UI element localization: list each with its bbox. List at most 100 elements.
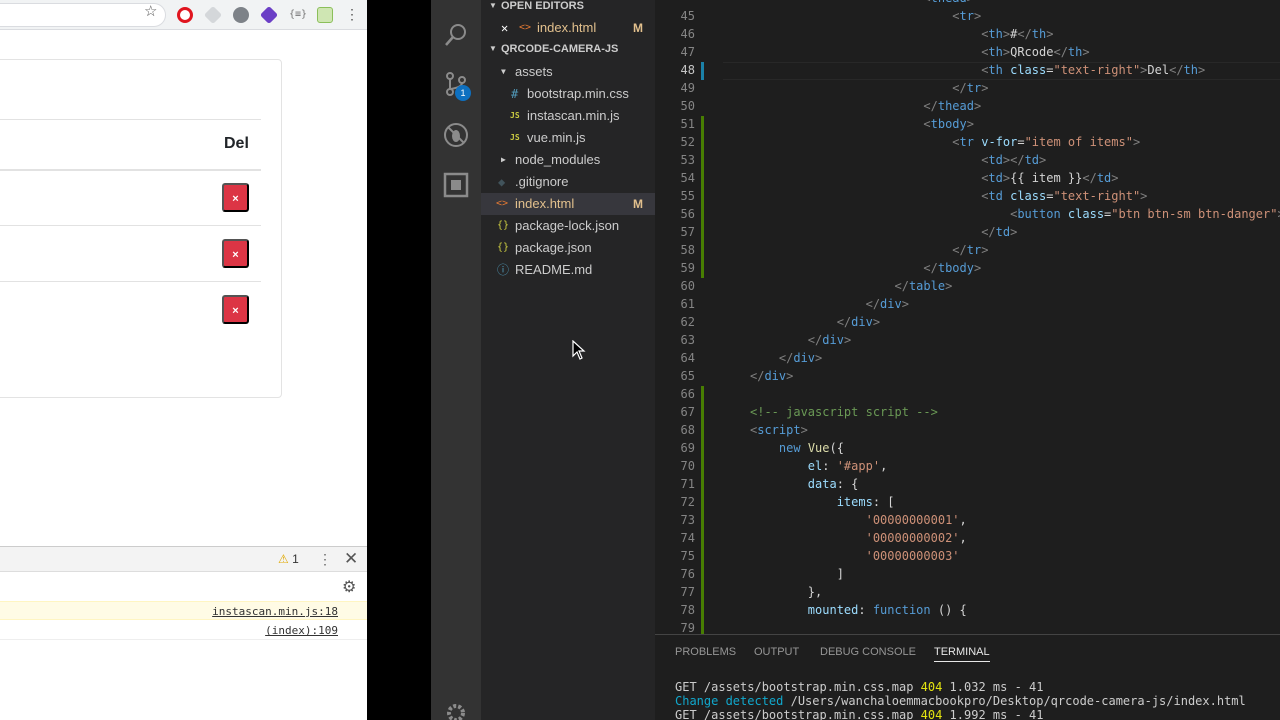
desktop-gap — [367, 0, 431, 720]
chevron-right-icon: ▶ — [501, 155, 506, 164]
line-number: 54 — [680, 171, 695, 185]
chevron-down-icon: ▼ — [501, 67, 506, 76]
code-line: </thead> — [923, 99, 982, 113]
devtools-menu-icon[interactable]: ⋮ — [318, 551, 332, 568]
project-folder-header[interactable]: ▼ QRCODE-CAMERA-JS — [481, 39, 655, 59]
html-file-icon: <> — [496, 198, 509, 209]
screen: ☆ {≡} ⋮ Del × × × ⚠ 1 ⋮ ✕ ⚙ instascan.mi… — [0, 0, 1280, 720]
file-item[interactable]: {} package.json — [481, 237, 655, 259]
json-extension-icon[interactable]: {≡} — [288, 7, 308, 23]
code-line: </table> — [894, 279, 953, 293]
close-icon[interactable]: ✕ — [501, 17, 508, 39]
delete-row-button[interactable]: × — [222, 295, 249, 324]
code-line: </td> — [981, 225, 1018, 239]
gutter-added-marker — [701, 116, 704, 278]
open-editors-header[interactable]: ▼ OPEN EDITORS — [481, 0, 655, 16]
bottom-panel: PROBLEMS OUTPUT DEBUG CONSOLE TERMINAL G… — [655, 634, 1280, 720]
console-settings-gear-icon[interactable]: ⚙ — [342, 577, 356, 597]
file-item[interactable]: {} package-lock.json — [481, 215, 655, 237]
tab-problems[interactable]: PROBLEMS — [675, 646, 736, 658]
code-line: <th class="text-right">Del</th> — [981, 63, 1206, 77]
console-log-row: (index):109 — [0, 621, 367, 640]
delete-row-button[interactable]: × — [222, 183, 249, 212]
file-item[interactable]: ◆ .gitignore — [481, 171, 655, 193]
line-number: 45 — [680, 9, 695, 23]
settings-gear-icon[interactable] — [443, 700, 469, 720]
table-header-divider — [0, 169, 261, 171]
html-file-icon: <> — [519, 22, 532, 33]
code-line: <tbody> — [923, 117, 974, 131]
line-number: 68 — [680, 423, 695, 437]
line-number: 62 — [680, 315, 695, 329]
line-number: 55 — [680, 189, 695, 203]
extensions-icon[interactable] — [443, 172, 469, 198]
browser-menu-icon[interactable]: ⋮ — [345, 6, 359, 22]
line-number: 47 — [680, 45, 695, 59]
terminal-line: GET /assets/bootstrap.min.css.map 404 1.… — [675, 680, 1044, 694]
code-line: <th>#</th> — [981, 27, 1054, 41]
collapse-chevron-icon: ▼ — [489, 44, 497, 53]
line-number: 56 — [680, 207, 695, 221]
purple-extension-icon[interactable] — [259, 5, 279, 25]
line-number: 72 — [680, 495, 695, 509]
cube-extension-icon[interactable] — [203, 5, 223, 25]
folder-item-node-modules[interactable]: ▶ node_modules — [481, 149, 655, 171]
code-line: ] — [750, 567, 844, 581]
line-number: 77 — [680, 585, 695, 599]
opera-icon[interactable] — [177, 7, 193, 23]
collapse-chevron-icon: ▼ — [489, 1, 497, 10]
line-number: 48 — [680, 63, 695, 77]
warning-count[interactable]: ⚠ 1 — [278, 552, 299, 566]
code-line: <thead> — [750, 0, 974, 5]
file-item[interactable]: JS vue.min.js — [481, 127, 655, 149]
folder-item-assets[interactable]: ▼ assets — [481, 61, 655, 83]
code-line: </div> — [778, 351, 823, 365]
tab-output[interactable]: OUTPUT — [754, 646, 799, 658]
code-editor[interactable]: 45 46 47 48 49 50 51 52 53 54 55 56 57 58 59 60 61 62 63 64… — [655, 0, 1280, 634]
bookmark-star-icon[interactable]: ☆ — [144, 4, 157, 20]
code-line: </tbody> — [923, 261, 982, 275]
file-item-active[interactable]: <> index.html M — [481, 193, 655, 215]
explorer-sidebar: ▼ OPEN EDITORS ✕ <> index.html M ▼ QRCOD… — [481, 0, 655, 720]
line-number: 74 — [680, 531, 695, 545]
code-line: }, — [750, 585, 823, 599]
tab-debug-console[interactable]: DEBUG CONSOLE — [820, 646, 916, 658]
console-source-link[interactable]: instascan.min.js:18 — [212, 605, 338, 618]
line-number: 58 — [680, 243, 695, 257]
film-extension-icon[interactable] — [233, 7, 249, 23]
code-line: el: '#app', — [807, 459, 888, 473]
file-item[interactable]: ⓘ README.md — [481, 259, 655, 281]
open-editor-item[interactable]: ✕ <> index.html M — [481, 17, 655, 39]
sheet-extension-icon[interactable] — [317, 7, 333, 23]
qrcode-table-card — [0, 59, 282, 398]
debug-icon[interactable] — [443, 122, 469, 148]
code-line: <!-- javascript script --> — [750, 405, 938, 419]
code-line: <th>QRcode</th> — [981, 45, 1090, 59]
line-number: 50 — [680, 99, 695, 113]
code-line: new Vue({ — [778, 441, 844, 455]
file-item[interactable]: JS instascan.min.js — [481, 105, 655, 127]
gutter-modified-marker — [701, 62, 704, 80]
delete-row-button[interactable]: × — [222, 239, 249, 268]
line-number: 70 — [680, 459, 695, 473]
git-file-icon: ◆ — [498, 175, 506, 189]
json-file-icon: {} — [497, 242, 510, 253]
line-number: 61 — [680, 297, 695, 311]
code-line: <td class="text-right"> — [981, 189, 1148, 203]
close-devtools-icon[interactable]: ✕ — [344, 549, 358, 569]
js-file-icon: JS — [510, 133, 520, 142]
code-line: </div> — [865, 297, 909, 311]
address-bar[interactable] — [0, 3, 166, 27]
code-line: items: [ — [836, 495, 895, 509]
code-line: '00000000002', — [865, 531, 967, 545]
tab-terminal[interactable]: TERMINAL — [934, 646, 990, 662]
console-source-link[interactable]: (index):109 — [265, 624, 338, 637]
line-number: 79 — [680, 621, 695, 634]
code-line: data: { — [807, 477, 859, 491]
search-icon[interactable] — [443, 22, 469, 48]
code-line: <td>{{ item }}</td> — [981, 171, 1119, 185]
code-line: </tr> — [952, 243, 989, 257]
file-item[interactable]: # bootstrap.min.css — [481, 83, 655, 105]
code-line: </div> — [807, 333, 852, 347]
gutter-added-marker — [701, 386, 704, 634]
